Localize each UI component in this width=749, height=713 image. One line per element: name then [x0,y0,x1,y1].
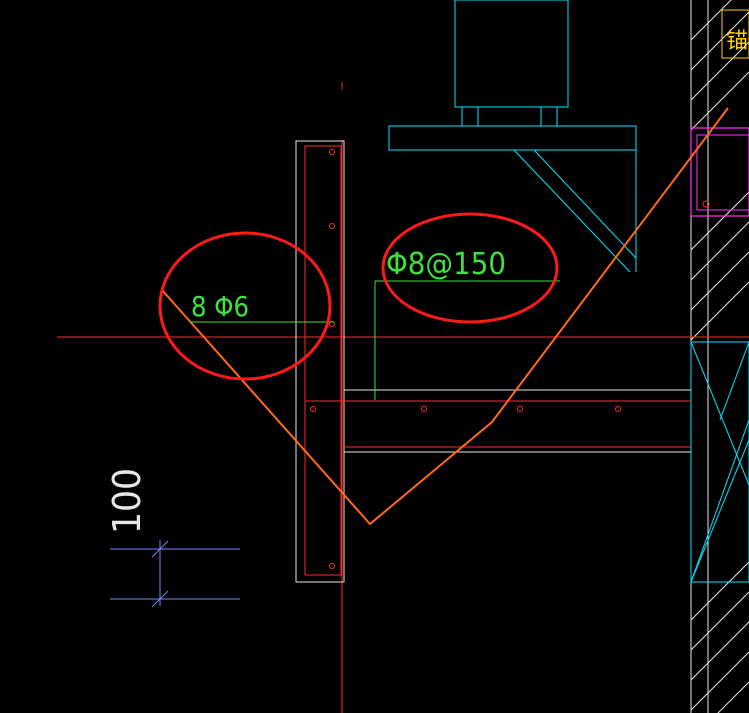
rebar-corner-label: 8 Φ6 [191,290,249,323]
dimension-label: 100 [105,468,149,534]
rebar-spacing-label: Φ8@150 [386,247,506,282]
cad-drawing: 锚 8 Φ6 Φ8@150 100 [0,0,749,713]
side-note-label: 锚 [726,29,748,54]
